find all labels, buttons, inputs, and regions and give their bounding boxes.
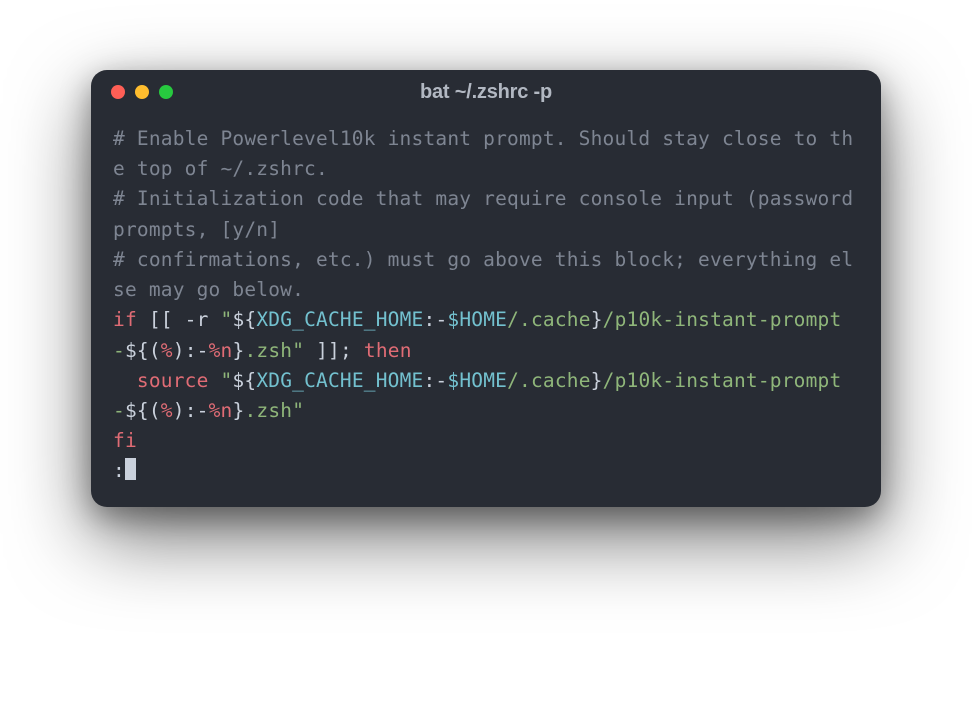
code-text: (: [149, 339, 161, 362]
code-string: .zsh: [244, 339, 292, 362]
code-string: ": [292, 399, 304, 422]
code-text: -r: [185, 308, 209, 331]
code-text: ;: [340, 339, 352, 362]
code-keyword: then: [352, 339, 412, 362]
code-variable: XDG_CACHE_HOME: [256, 369, 423, 392]
code-text: :-: [185, 399, 209, 422]
code-text: ]]: [304, 339, 340, 362]
code-text: ${: [125, 399, 149, 422]
terminal-content[interactable]: # Enable Powerlevel10k instant prompt. S…: [91, 114, 881, 507]
code-string: ": [209, 308, 233, 331]
code-special: %n: [209, 339, 233, 362]
code-special: %n: [209, 399, 233, 422]
code-text: ${: [232, 369, 256, 392]
code-text: [[: [137, 308, 185, 331]
titlebar: bat ~/.zshrc -p: [91, 70, 881, 114]
code-text: :-: [185, 339, 209, 362]
code-comment: # Enable Powerlevel10k instant prompt. S…: [113, 127, 853, 180]
code-variable: XDG_CACHE_HOME: [256, 308, 423, 331]
code-builtin: source: [137, 369, 209, 392]
code-variable: $HOME: [447, 369, 507, 392]
code-text: :-: [423, 369, 447, 392]
code-text: }: [591, 308, 603, 331]
code-text: }: [232, 339, 244, 362]
traffic-lights: [111, 85, 173, 99]
code-text: ): [173, 399, 185, 422]
terminal-window: bat ~/.zshrc -p # Enable Powerlevel10k i…: [91, 70, 881, 507]
code-comment: # Initialization code that may require c…: [113, 187, 865, 240]
cursor-icon: [125, 458, 136, 480]
code-keyword: if: [113, 308, 137, 331]
maximize-icon[interactable]: [159, 85, 173, 99]
code-text: }: [232, 399, 244, 422]
minimize-icon[interactable]: [135, 85, 149, 99]
code-text: }: [591, 369, 603, 392]
code-variable: $HOME: [447, 308, 507, 331]
code-string: .zsh: [244, 399, 292, 422]
code-string: /.cache: [507, 308, 591, 331]
code-special: %: [161, 339, 173, 362]
code-special: %: [161, 399, 173, 422]
code-text: ): [173, 339, 185, 362]
code-string: ": [209, 369, 233, 392]
code-indent: [113, 369, 137, 392]
close-icon[interactable]: [111, 85, 125, 99]
code-text: :-: [424, 308, 448, 331]
code-keyword: fi: [113, 429, 137, 452]
code-text: ${: [232, 308, 256, 331]
code-string: ": [292, 339, 304, 362]
code-text: (: [149, 399, 161, 422]
code-string: /.cache: [507, 369, 591, 392]
code-comment: # confirmations, etc.) must go above thi…: [113, 248, 853, 301]
code-text: ${: [125, 339, 149, 362]
pager-prompt: :: [113, 459, 125, 482]
window-title: bat ~/.zshrc -p: [109, 81, 863, 104]
